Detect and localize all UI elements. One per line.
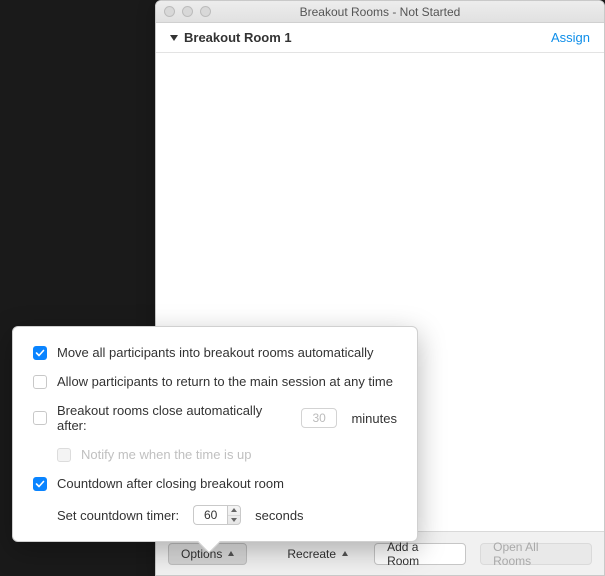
option-label: Allow participants to return to the main… [57, 374, 393, 389]
options-button-label: Options [181, 547, 222, 561]
countdown-seconds-stepper[interactable]: 60 [193, 505, 241, 525]
titlebar: Breakout Rooms - Not Started [156, 1, 604, 23]
checkbox-icon[interactable] [33, 411, 47, 425]
minimize-icon[interactable] [182, 6, 193, 17]
desktop-background: Breakout Rooms - Not Started Breakout Ro… [0, 0, 605, 576]
stepper-arrows[interactable] [227, 505, 241, 525]
option-label: Notify me when the time is up [81, 447, 252, 462]
option-move-auto[interactable]: Move all participants into breakout room… [33, 345, 397, 360]
add-room-button[interactable]: Add a Room [374, 543, 466, 565]
checkbox-icon [57, 448, 71, 462]
checkbox-icon[interactable] [33, 346, 47, 360]
traffic-lights [156, 6, 211, 17]
option-countdown[interactable]: Countdown after closing breakout room [33, 476, 397, 491]
chevron-down-icon [170, 35, 178, 41]
room-disclosure[interactable]: Breakout Room 1 [170, 30, 292, 45]
option-auto-close[interactable]: Breakout rooms close automatically after… [33, 403, 397, 433]
options-popover: Move all participants into breakout room… [12, 326, 418, 542]
option-allow-return[interactable]: Allow participants to return to the main… [33, 374, 397, 389]
checkbox-icon[interactable] [33, 375, 47, 389]
open-all-rooms-button: Open All Rooms [480, 543, 592, 565]
recreate-button[interactable]: Recreate [275, 543, 360, 565]
open-all-rooms-label: Open All Rooms [493, 540, 579, 568]
room-name: Breakout Room 1 [184, 30, 292, 45]
auto-close-minutes-input[interactable]: 30 [301, 408, 338, 428]
add-room-button-label: Add a Room [387, 540, 453, 568]
option-label: Move all participants into breakout room… [57, 345, 373, 360]
option-notify-time: Notify me when the time is up [33, 447, 397, 462]
option-label-unit: seconds [255, 508, 303, 523]
countdown-seconds-value: 60 [193, 505, 227, 525]
assign-link[interactable]: Assign [551, 30, 590, 45]
option-label: Countdown after closing breakout room [57, 476, 284, 491]
zoom-icon[interactable] [200, 6, 211, 17]
option-label: Set countdown timer: [57, 508, 179, 523]
close-icon[interactable] [164, 6, 175, 17]
stepper-down-icon[interactable] [228, 516, 240, 525]
window-title: Breakout Rooms - Not Started [156, 5, 604, 19]
room-header: Breakout Room 1 Assign [156, 23, 604, 53]
checkbox-icon[interactable] [33, 477, 47, 491]
option-countdown-timer: Set countdown timer: 60 seconds [33, 505, 397, 525]
option-label: Breakout rooms close automatically after… [57, 403, 287, 433]
recreate-button-label: Recreate [287, 547, 336, 561]
stepper-up-icon[interactable] [228, 506, 240, 516]
option-label-unit: minutes [351, 411, 397, 426]
